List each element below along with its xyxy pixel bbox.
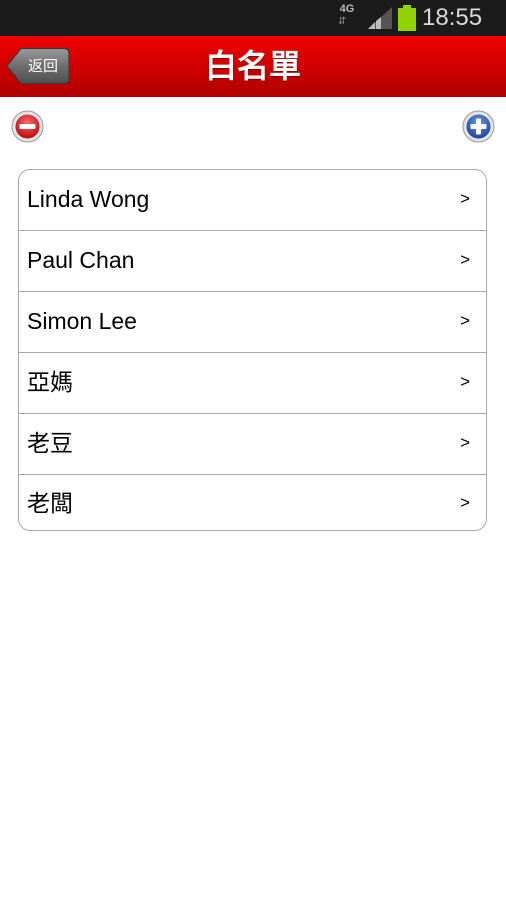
chevron-right-icon: > [460,372,470,391]
chevron-right-icon: > [460,311,470,330]
list-item[interactable]: 老闆 > [19,475,486,530]
list-item[interactable]: 老豆 > [19,414,486,475]
page-title: 白名單 [204,47,301,85]
chevron-right-icon: > [460,493,470,512]
plus-circle-icon [462,110,495,143]
contact-name: Paul Chan [27,247,135,273]
add-button[interactable] [462,110,495,143]
signal-bars-icon [368,7,392,29]
back-button-label: 返回 [27,57,58,75]
whitelist: Linda Wong > Paul Chan > Simon Lee > 亞媽 … [18,169,487,531]
contact-name: Simon Lee [27,308,137,334]
data-activity-icon: ⇵ [338,16,347,27]
network-type-label: 4G [339,3,355,15]
minus-circle-icon [11,110,44,143]
chevron-right-icon: > [460,433,470,452]
chevron-right-icon: > [460,189,470,208]
contact-name: 老豆 [27,430,73,456]
chevron-right-icon: > [460,250,470,269]
list-item[interactable]: Linda Wong > [19,170,486,231]
contact-name: 老闆 [27,490,73,516]
list-item[interactable]: Paul Chan > [19,231,486,292]
back-button[interactable]: 返回 [6,47,70,85]
list-item[interactable]: Simon Lee > [19,292,486,353]
battery-icon [398,5,416,31]
list-item[interactable]: 亞媽 > [19,353,486,414]
contact-name: 亞媽 [27,369,73,395]
contact-name: Linda Wong [27,186,150,212]
clock: 18:55 [422,4,483,31]
remove-button[interactable] [11,110,44,143]
status-bar: 4G ⇵ 18:55 [0,0,506,36]
